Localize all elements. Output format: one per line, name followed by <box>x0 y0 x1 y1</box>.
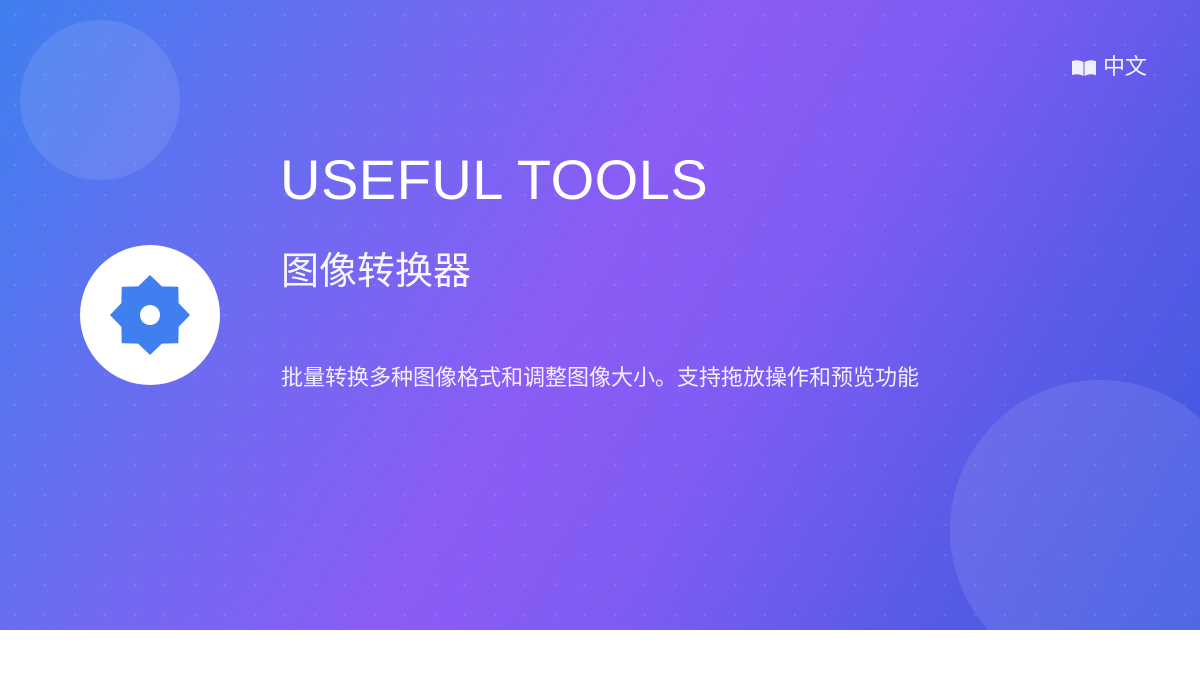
language-switch[interactable]: 中文 <box>1071 53 1147 83</box>
page-title: USEFUL TOOLS <box>280 148 709 211</box>
settings-icon <box>110 275 190 355</box>
page-subtitle: 图像转换器 <box>281 249 472 293</box>
language-label: 中文 <box>1103 55 1148 80</box>
page-description: 批量转换多种图像格式和调整图像大小。支持拖放操作和预览功能 <box>281 366 920 391</box>
app-logo <box>80 245 220 385</box>
book-icon <box>1071 59 1097 77</box>
decorative-circle-top-left <box>20 20 180 180</box>
